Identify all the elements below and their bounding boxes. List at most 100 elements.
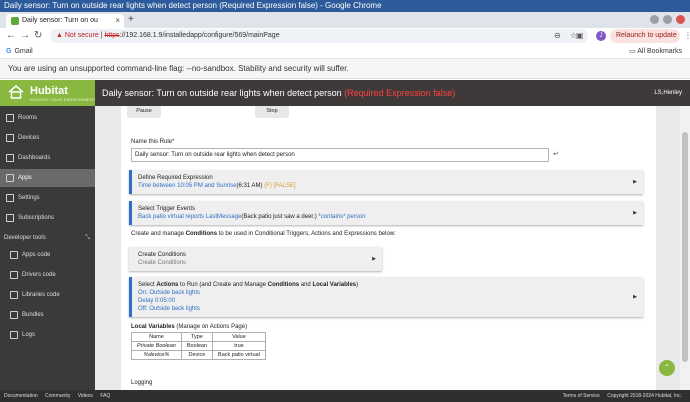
app-header: Hubitat ELEVATE YOUR ENVIRONMENT Daily s…	[0, 80, 690, 106]
security-label: Not secure	[64, 32, 99, 39]
sidebar-item-subscriptions[interactable]: Subscriptions	[0, 209, 95, 227]
stop-button[interactable]: Stop	[255, 106, 289, 118]
pause-button[interactable]: Pause	[127, 106, 161, 118]
page-scrollbar[interactable]	[680, 106, 690, 396]
all-bookmarks-label: All Bookmarks	[637, 48, 682, 55]
tab-close-icon[interactable]: ×	[115, 14, 120, 28]
sidebar-item-label: Rooms	[18, 115, 38, 121]
back-icon[interactable]: ←	[6, 29, 16, 43]
footer-link-faq[interactable]: FAQ	[100, 393, 110, 399]
all-bookmarks[interactable]: ▭ All Bookmarks	[629, 46, 682, 57]
sidebar-item-label: Settings	[18, 195, 40, 201]
scroll-to-top-button[interactable]: ⌃	[659, 360, 675, 376]
table-cell: Boolean	[180, 341, 214, 351]
caret-right-icon: ▶	[633, 294, 637, 300]
unsupported-flag-infobar: You are using an unsupported command-lin…	[0, 59, 690, 79]
select-actions-card[interactable]: Select Actions to Run (and Create and Ma…	[129, 277, 643, 317]
browser-toolbar: ← → ↻ ▲ Not secure | https://192.168.1.9…	[0, 28, 690, 44]
sidebar-item-devices[interactable]: Devices	[0, 129, 95, 147]
window-title: Daily sensor: Turn on outside rear light…	[0, 0, 690, 12]
sidebar-item-label: Bundles	[22, 312, 44, 318]
terms-link[interactable]: Terms of Service	[563, 393, 600, 399]
sidebar-item-dashboards[interactable]: Dashboards	[0, 149, 95, 167]
url-scheme: https	[104, 32, 120, 39]
sidebar-item-settings[interactable]: Settings	[0, 189, 95, 207]
extensions-icon[interactable]: ▣	[576, 31, 584, 40]
bookmarks-bar: G Gmail ▭ All Bookmarks	[0, 44, 690, 59]
action-line: Off: Outside back lights	[138, 306, 200, 312]
trigger-detail-device: Back patio virtual reports LastMessage	[138, 214, 242, 220]
sidebar-item-logs[interactable]: Logs	[0, 326, 95, 344]
local-variables-heading: Local Variables (Manage on Actions Page)	[131, 324, 247, 330]
sidebar-item-bundles[interactable]: Bundles	[0, 306, 95, 324]
table-header: Name	[131, 332, 182, 342]
enter-icon[interactable]: ↵	[553, 150, 559, 158]
bookmark-gmail[interactable]: G Gmail	[6, 46, 33, 57]
developer-tools-header[interactable]: Developer tools ⤡	[0, 231, 95, 245]
warning-icon: ▲	[56, 32, 65, 39]
action-line: Delay 0:05:00	[138, 298, 176, 304]
sidebar-item-label: Apps code	[22, 252, 51, 258]
footer-link-community[interactable]: Community	[45, 393, 70, 399]
sidebar-item-label: Devices	[18, 135, 40, 141]
url-path: ://192.168.1.9/installedapp/configure/56…	[119, 32, 280, 39]
profile-avatar[interactable]: J	[596, 31, 606, 41]
scrollbar-thumb[interactable]	[682, 132, 688, 362]
rule-name-input[interactable]: Daily sensor: Turn on outside rear light…	[131, 148, 549, 162]
required-expression-flag: (F)	[264, 183, 272, 189]
actions-title-bold: Local Variables	[312, 282, 357, 288]
rooms-icon	[6, 114, 14, 122]
install-app-icon[interactable]: ⊖	[554, 29, 561, 43]
actions-title-bold: Actions	[156, 282, 179, 288]
actions-title-part: and	[299, 282, 313, 288]
sidebar-item-label: Apps	[18, 175, 32, 181]
required-expression-time: (6:31 AM)	[236, 183, 263, 189]
browser-tab[interactable]: Daily sensor: Turn on ou ×	[6, 14, 124, 28]
sidebar-item-label: Logs	[22, 332, 36, 338]
local-variables-note: (Manage on Actions Page)	[174, 324, 248, 330]
relaunch-button[interactable]: Relaunch to update	[610, 29, 680, 43]
sidebar-item-drivers-code[interactable]: Drivers code	[0, 266, 95, 284]
create-conditions-card[interactable]: Create Conditions Create Conditions ▶	[129, 247, 382, 271]
sidebar-item-apps-code[interactable]: Apps code	[0, 246, 95, 264]
sidebar-item-label: Libraries code	[22, 292, 60, 298]
code-icon	[10, 271, 18, 279]
brand-name: Hubitat	[30, 85, 68, 97]
sidebar-item-rooms[interactable]: Rooms	[0, 109, 95, 127]
footer-link-documentation[interactable]: Documentation	[4, 393, 38, 399]
apps-icon	[6, 174, 14, 182]
table-row: Private Boolean Boolean true	[131, 341, 266, 351]
table-row: %device% Device Back patio virtual	[131, 350, 266, 360]
code-icon	[10, 291, 18, 299]
trigger-events-card[interactable]: Select Trigger Events Back patio virtual…	[129, 201, 643, 225]
sidebar-item-libraries-code[interactable]: Libraries code	[0, 286, 95, 304]
actions-title-bold: Conditions	[267, 282, 300, 288]
actions-title-part: Select	[138, 282, 157, 288]
table-header: Type	[180, 332, 214, 342]
maximize-icon[interactable]	[663, 15, 672, 24]
forward-icon[interactable]: →	[20, 29, 30, 43]
footer-link-videos[interactable]: Videos	[78, 393, 93, 399]
developer-tools-label: Developer tools	[4, 235, 46, 241]
hubitat-logo[interactable]: Hubitat ELEVATE YOUR ENVIRONMENT	[0, 80, 95, 106]
sidebar-item-apps[interactable]: Apps	[0, 169, 95, 187]
rule-name-label: Name this Rule*	[131, 139, 175, 145]
logs-icon	[10, 331, 18, 339]
table-header: Value	[212, 332, 266, 342]
footer-links: Documentation Community Videos FAQ	[4, 390, 116, 402]
reload-icon[interactable]: ↻	[34, 29, 42, 43]
conditions-help-post: to be used in Conditional Triggers, Acti…	[217, 231, 396, 237]
menu-kebab-icon[interactable]: ⋮	[684, 31, 690, 40]
collapse-icon[interactable]: ⤡	[85, 231, 90, 245]
new-tab-button[interactable]: +	[128, 14, 134, 25]
close-window-icon[interactable]	[676, 15, 685, 24]
select-actions-title: Select Actions to Run (and Create and Ma…	[138, 281, 637, 289]
page-title-main: Daily sensor: Turn on outside rear light…	[102, 88, 342, 98]
copyright-text: Copyright 2018-2024 Hubitat, Inc.	[607, 393, 682, 399]
minimize-icon[interactable]	[650, 15, 659, 24]
footer-bar: Documentation Community Videos FAQ Terms…	[0, 390, 690, 402]
required-expression-card[interactable]: Define Required Expression Time between …	[129, 170, 643, 194]
trigger-detail-condition: *contains* person	[316, 214, 366, 220]
user-name[interactable]: LS,Henley	[654, 80, 682, 106]
address-bar[interactable]: ▲ Not secure | https://192.168.1.9/insta…	[50, 29, 588, 43]
